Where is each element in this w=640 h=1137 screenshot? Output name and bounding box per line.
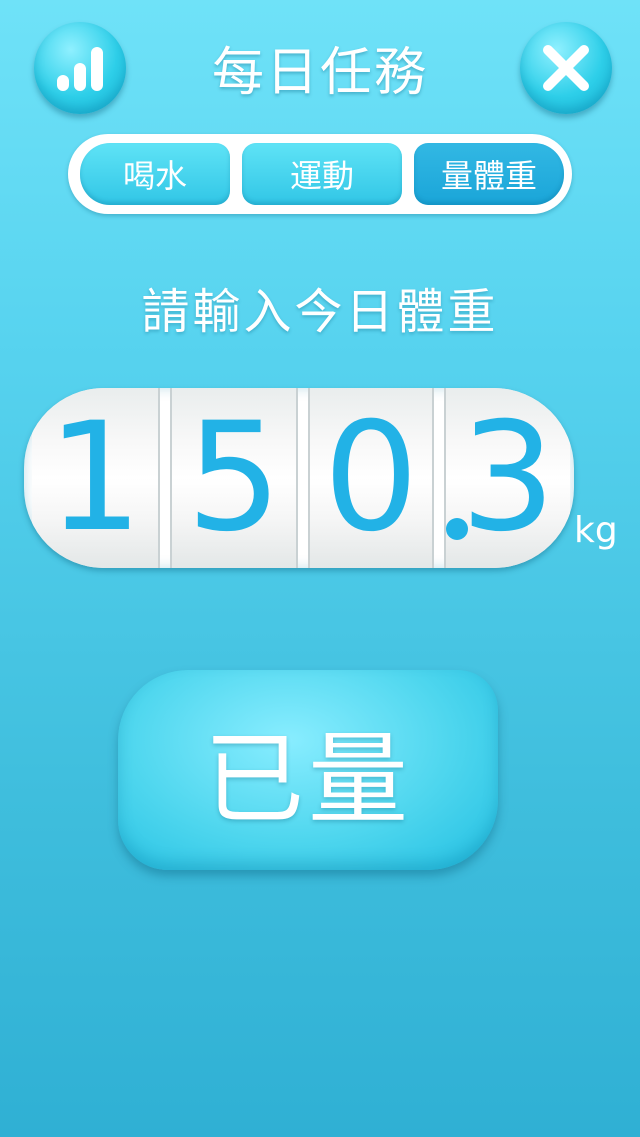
digit-wheel-tenths[interactable]: 3 xyxy=(444,388,570,568)
weight-picker: 1 5 0 3 xyxy=(24,388,574,568)
digit-wheel-ones[interactable]: 0 xyxy=(308,388,434,568)
close-button[interactable] xyxy=(520,22,612,114)
page-title: 每日任務 xyxy=(211,43,428,103)
measured-button[interactable]: 已量 xyxy=(118,670,498,870)
weight-unit: kg xyxy=(574,510,618,551)
decimal-point xyxy=(446,518,468,540)
tab-weigh[interactable]: 量體重 xyxy=(414,143,564,205)
tab-exercise[interactable]: 運動 xyxy=(242,143,402,205)
task-tab-bar: 喝水 運動 量體重 xyxy=(68,134,572,214)
close-icon xyxy=(543,45,589,91)
bar-chart-icon xyxy=(57,47,103,91)
tab-water[interactable]: 喝水 xyxy=(80,143,230,205)
stats-button[interactable] xyxy=(34,22,126,114)
weight-prompt: 請輸入今日體重 xyxy=(141,284,499,340)
digit-wheel-tens[interactable]: 5 xyxy=(170,388,298,568)
digit-wheel-hundreds[interactable]: 1 xyxy=(32,388,160,568)
